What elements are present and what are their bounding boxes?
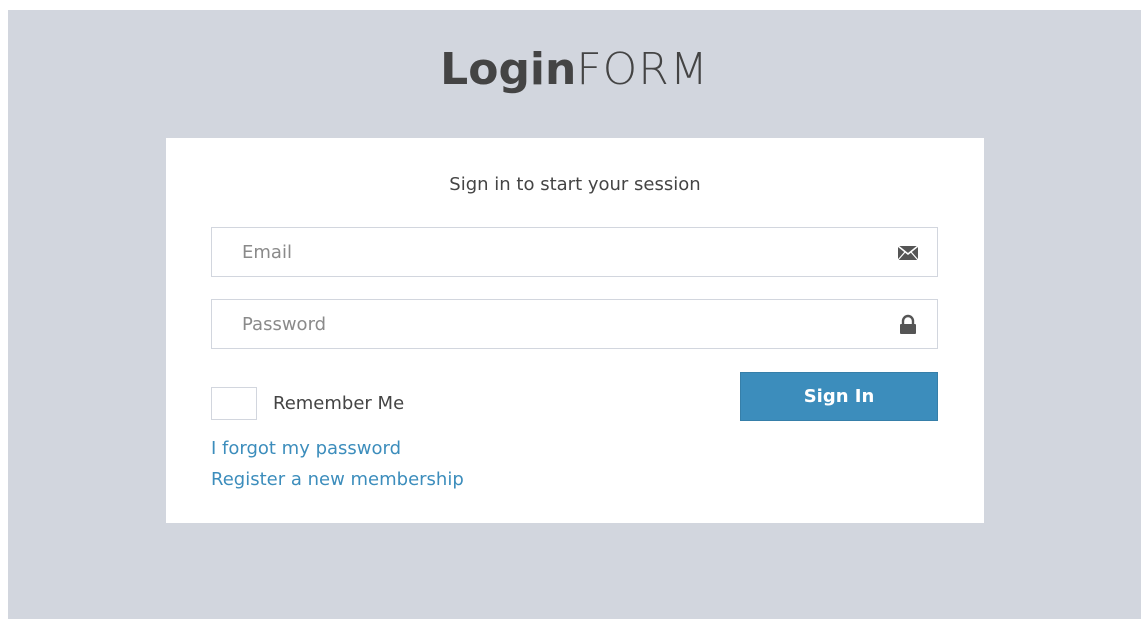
sign-in-button[interactable]: Sign In [740,372,938,421]
remember-me-label[interactable]: Remember Me [273,393,404,414]
forgot-password-link[interactable]: I forgot my password [211,438,401,459]
login-box: Sign in to start your session Email Reme… [166,138,984,523]
register-link[interactable]: Register a new membership [211,469,464,490]
login-box-message: Sign in to start your session [449,174,701,195]
envelope-icon [897,242,919,264]
logo-light-text: FORM [576,44,709,95]
lock-icon [897,314,919,336]
password-input[interactable] [212,300,937,348]
login-logo[interactable]: LoginFORM [8,44,1141,95]
email-field [211,227,938,277]
logo-bold-text: Login [440,44,577,95]
login-page: LoginFORM Sign in to start your session [8,10,1141,619]
password-field [211,299,938,349]
remember-me: Remember Me [211,387,404,420]
email-input[interactable] [212,228,937,276]
remember-me-checkbox[interactable] [211,387,257,420]
